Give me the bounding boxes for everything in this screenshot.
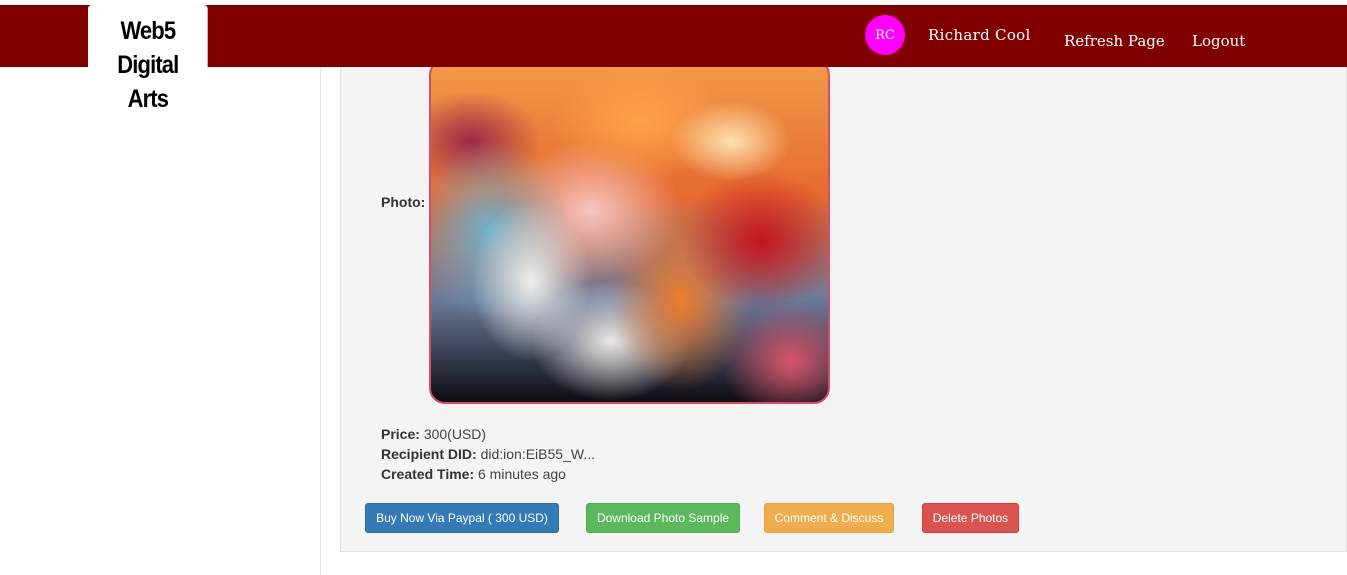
recipient-did-row: Recipient DID: did:ion:EiB55_W...	[381, 446, 595, 462]
refresh-page-link[interactable]: Refresh Page	[1064, 32, 1165, 50]
buy-now-paypal-button[interactable]: Buy Now Via Paypal ( 300 USD)	[365, 503, 559, 533]
recipient-did-value: did:ion:EiB55_W...	[480, 446, 595, 462]
sidebar	[0, 67, 321, 575]
price-value: 300(USD)	[423, 426, 487, 442]
download-photo-sample-button[interactable]: Download Photo Sample	[586, 503, 740, 533]
created-time-label: Created Time:	[381, 466, 475, 482]
brand-logo[interactable]: Web5 Digital Arts	[88, 5, 208, 113]
avatar-initials: RC	[875, 27, 895, 43]
artwork-photo	[429, 59, 830, 404]
price-row: Price: 300(USD)	[381, 426, 486, 442]
user-avatar[interactable]: RC	[865, 15, 905, 55]
delete-photos-button[interactable]: Delete Photos	[922, 503, 1019, 533]
brand-line-2: Arts	[127, 85, 169, 113]
main-content: Photo: Price: 300(USD) Recipient DID: di…	[321, 59, 1347, 575]
photo-detail-panel: Photo: Price: 300(USD) Recipient DID: di…	[340, 59, 1347, 552]
comment-discuss-button[interactable]: Comment & Discuss	[764, 503, 894, 533]
photo-label: Photo:	[381, 194, 426, 210]
created-time-value: 6 minutes ago	[478, 466, 566, 482]
user-name-link[interactable]: Richard Cool	[928, 26, 1031, 44]
created-time-row: Created Time: 6 minutes ago	[381, 466, 566, 482]
logout-link[interactable]: Logout	[1192, 32, 1245, 50]
price-label: Price:	[381, 426, 420, 442]
brand-line-1: Web5 Digital	[117, 17, 179, 79]
recipient-did-label: Recipient DID:	[381, 446, 477, 462]
